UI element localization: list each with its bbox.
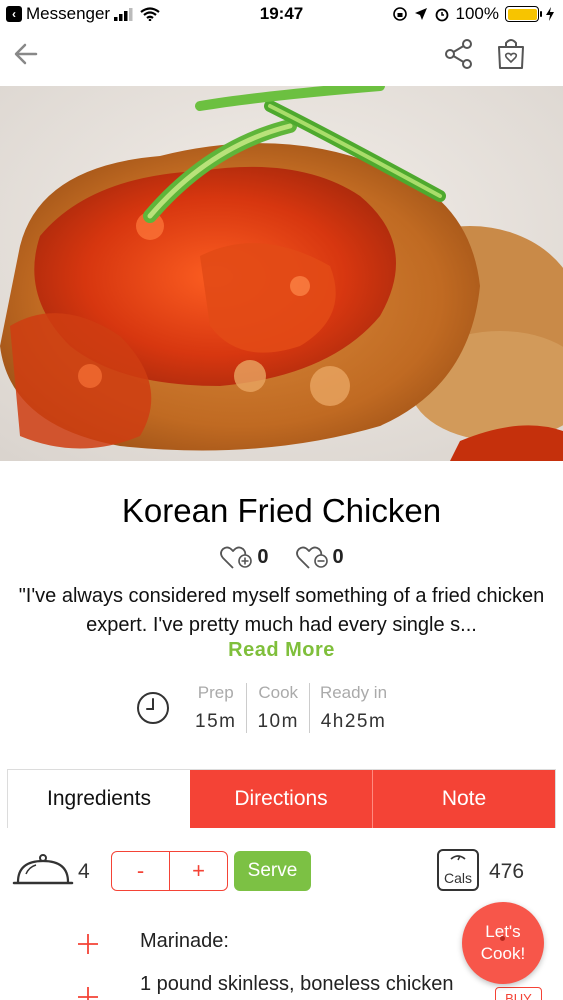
prep-time: Prep 15m [185,683,246,733]
servings-row: 4 - + Serve Cals 476 [0,842,563,902]
status-right-group: 100% [392,4,555,24]
charging-icon [546,7,554,21]
tab-directions[interactable]: Directions [190,770,372,828]
rotation-lock-icon [392,7,407,21]
add-ingredient-icon[interactable] [76,932,100,956]
reactions-row: 0 0 [0,543,563,571]
servings-count: 4 [78,860,90,883]
ingredient-text: 1 pound skinless, boneless chicken [140,973,454,995]
cook-time: Cook 10m [246,683,308,733]
calories-value: 476 [489,860,525,883]
ready-label: Ready in [319,683,388,702]
alarm-icon [435,8,448,22]
recipe-tabs: Ingredients Directions Note [7,769,556,828]
fab-line-2: Cook! [480,944,526,963]
decrease-servings-button[interactable]: - [112,852,169,890]
status-bar: ‹ Messenger 19:47 100% [0,0,563,30]
prep-value: 15m [195,711,237,732]
fab-dot [500,936,505,941]
nav-bar [0,30,563,86]
ready-value: 4h25m [320,711,387,732]
cook-label: Cook [258,683,299,702]
tab-ingredients[interactable]: Ingredients [8,770,190,828]
recipe-times: Prep 15m Cook 10m Ready in 4h25m [135,678,397,738]
battery-percent: 100% [455,4,499,23]
prep-label: Prep [197,683,234,702]
servings-stepper: - + [111,851,228,891]
read-more-link[interactable]: Read More [0,639,563,662]
battery-icon [505,6,542,22]
location-icon [414,8,427,20]
serving-cloche-icon [12,854,74,885]
serve-button[interactable]: Serve [234,851,311,891]
increase-servings-button[interactable]: + [169,852,227,890]
shopping-bag-icon[interactable] [495,36,527,70]
add-ingredient-icon[interactable] [76,985,100,1000]
ready-time: Ready in 4h25m [308,683,397,733]
recipe-description: "I've always considered myself something… [18,585,545,636]
recipe-title: Korean Fried Chicken [121,492,442,529]
tab-note[interactable]: Note [372,770,555,828]
lets-cook-button[interactable]: Let's Cook! [462,902,544,984]
share-icon[interactable] [443,38,475,70]
heart-plus-icon [220,546,253,569]
recipe-hero-image [0,86,563,461]
ingredient-row: 1 pound skinless, boneless chicken BUY [0,973,563,1000]
cook-value: 10m [257,711,299,732]
scale-icon: Cals [437,849,479,891]
heart-minus-icon [295,546,328,569]
like-count: 0 [257,545,269,568]
clock-icon [137,692,169,724]
like-button[interactable]: 0 [219,543,269,571]
dislike-count: 0 [332,545,344,568]
buy-button[interactable]: BUY [495,987,542,1000]
ingredient-text: Marinade: [140,930,229,952]
back-arrow-icon[interactable] [12,40,40,68]
dislike-button[interactable]: 0 [295,543,344,571]
cals-icon-label: Cals [444,870,472,886]
